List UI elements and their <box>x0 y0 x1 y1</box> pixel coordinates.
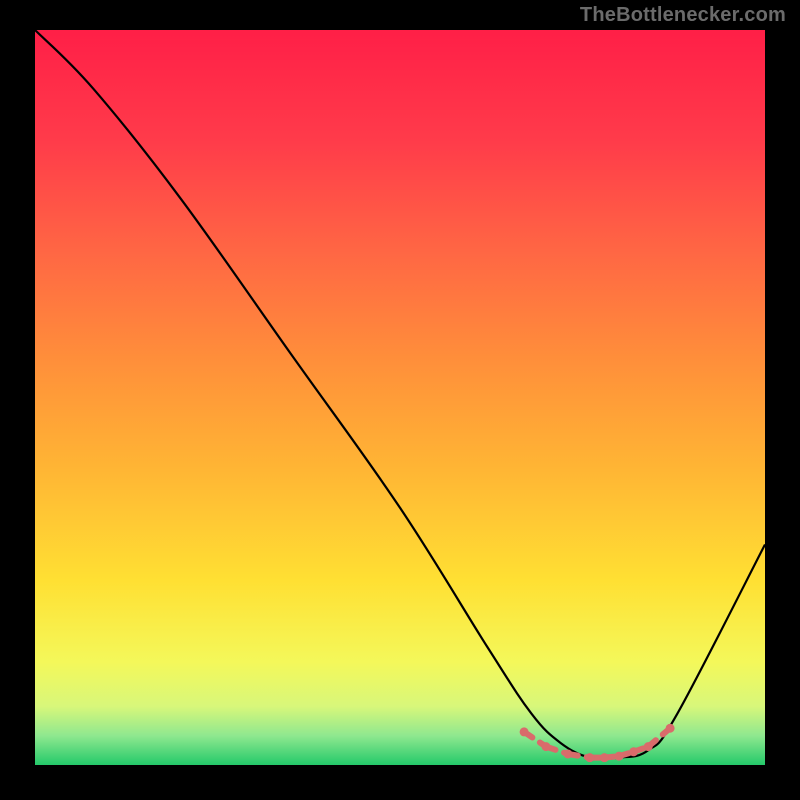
chart-container: TheBottlenecker.com <box>0 0 800 800</box>
watermark-text: TheBottlenecker.com <box>580 4 786 27</box>
chart-svg <box>35 30 765 765</box>
plot-area <box>35 30 765 765</box>
gradient-background <box>35 30 765 765</box>
